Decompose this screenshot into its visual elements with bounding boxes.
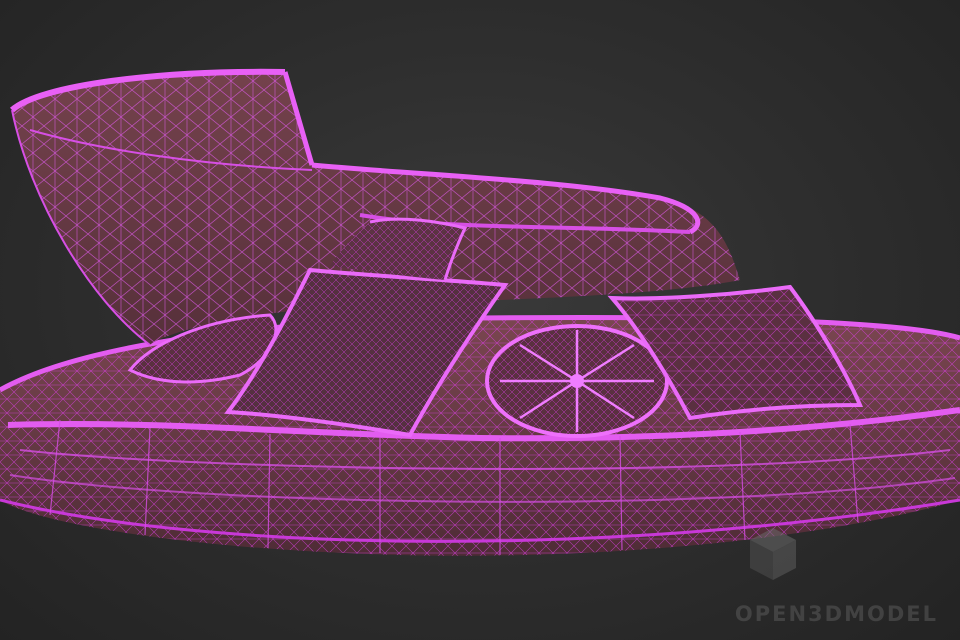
watermark-text: OPEN3DMODEL	[734, 602, 938, 626]
cube-logo-icon	[750, 528, 796, 580]
round-bolster-pillow-icon	[485, 324, 669, 438]
wireframe-viewport: OPEN3DMODEL	[0, 0, 960, 640]
watermark: OPEN3DMODEL	[735, 526, 938, 626]
